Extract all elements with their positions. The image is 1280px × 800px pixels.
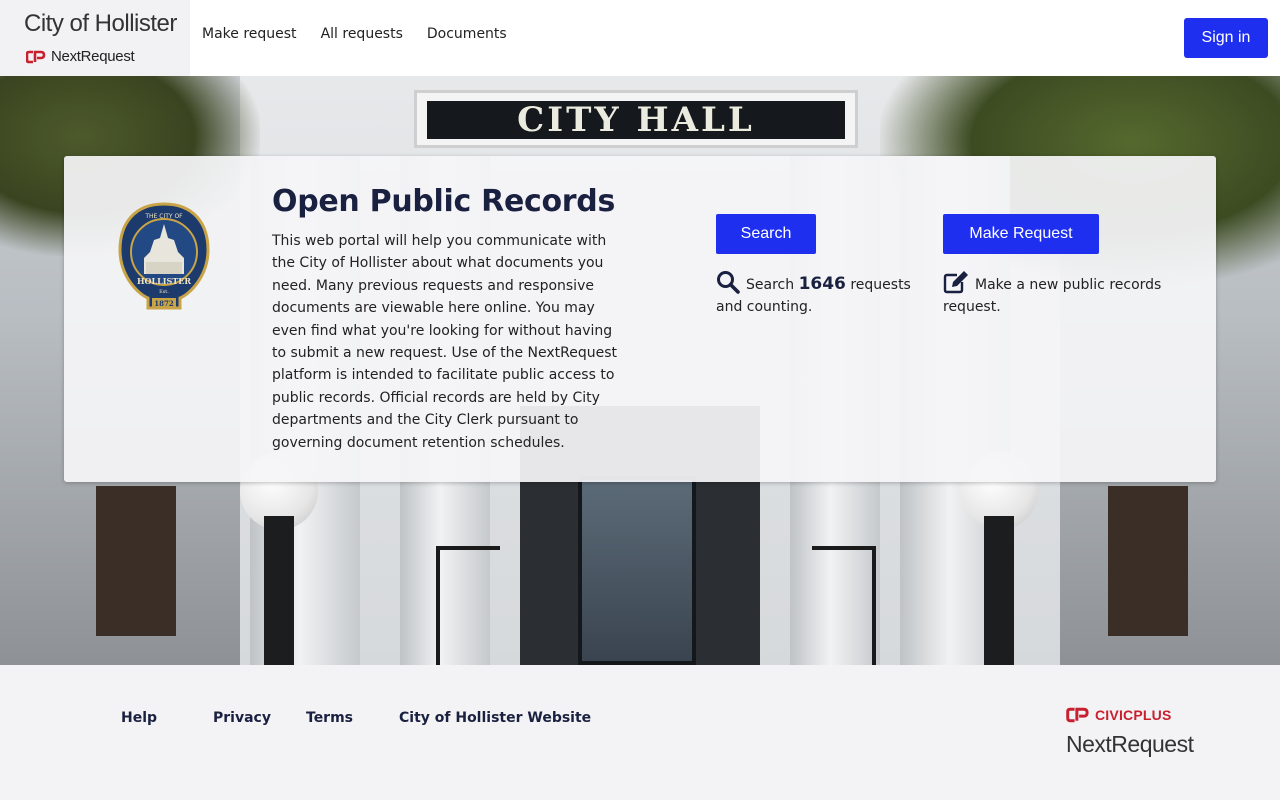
- page-title: Open Public Records: [272, 184, 616, 219]
- footer: Help Privacy Terms City of Hollister Web…: [0, 665, 1280, 800]
- window-right: [1108, 486, 1188, 636]
- request-count: 1646: [798, 274, 846, 294]
- svg-text:THE CITY OF: THE CITY OF: [144, 213, 183, 220]
- glass-door: [578, 476, 696, 665]
- city-seal-icon: THE CITY OF HOLLISTER Est. 1872: [118, 202, 210, 310]
- civicplus-logo[interactable]: CIVICPLUS: [1066, 707, 1171, 723]
- brand-product: NextRequest: [26, 48, 135, 65]
- intro-card: THE CITY OF HOLLISTER Est. 1872 Open Pub…: [64, 156, 1216, 482]
- search-info: Search 1646 requests and counting.: [716, 270, 916, 318]
- stair-rail-right: [812, 546, 876, 665]
- edit-icon: [943, 271, 968, 294]
- stair-rail-left: [436, 546, 500, 665]
- footer-link-privacy[interactable]: Privacy: [213, 710, 271, 726]
- lamp-post-left: [264, 516, 294, 665]
- city-hall-sign: CITY HALL: [414, 90, 858, 148]
- top-header: City of Hollister NextRequest Make reque…: [0, 0, 1280, 76]
- svg-text:1872: 1872: [154, 299, 174, 308]
- footer-nextrequest-label: NextRequest: [1066, 731, 1194, 757]
- svg-text:HOLLISTER: HOLLISTER: [137, 276, 191, 286]
- svg-text:Est.: Est.: [159, 289, 169, 295]
- civicplus-label: CIVICPLUS: [1095, 707, 1172, 723]
- footer-link-city-website[interactable]: City of Hollister Website: [399, 710, 591, 726]
- main-nav: Make request All requests Documents: [202, 26, 507, 42]
- brand-product-label: NextRequest: [51, 48, 135, 65]
- nav-documents[interactable]: Documents: [427, 26, 507, 42]
- search-button[interactable]: Search: [716, 214, 816, 254]
- footer-link-help[interactable]: Help: [121, 710, 157, 726]
- lamp-post-right: [984, 516, 1014, 665]
- civicplus-logo-icon: [1066, 707, 1089, 723]
- window-left: [96, 486, 176, 636]
- nextrequest-logo-icon: [26, 50, 46, 63]
- make-request-button[interactable]: Make Request: [943, 214, 1099, 254]
- nav-all-requests[interactable]: All requests: [321, 26, 403, 42]
- nav-make-request[interactable]: Make request: [202, 26, 297, 42]
- sign-in-button[interactable]: Sign in: [1184, 18, 1268, 58]
- search-info-prefix: Search: [746, 277, 795, 293]
- footer-link-terms[interactable]: Terms: [306, 710, 353, 726]
- city-hall-sign-text: CITY HALL: [517, 100, 755, 140]
- intro-text: This web portal will help you communicat…: [272, 233, 618, 451]
- make-request-info-text: Make a new public records request.: [943, 277, 1162, 315]
- search-icon: [717, 271, 740, 294]
- brand-block[interactable]: City of Hollister NextRequest: [0, 0, 190, 76]
- make-request-info: Make a new public records request.: [943, 270, 1173, 318]
- brand-city-name[interactable]: City of Hollister: [24, 10, 177, 38]
